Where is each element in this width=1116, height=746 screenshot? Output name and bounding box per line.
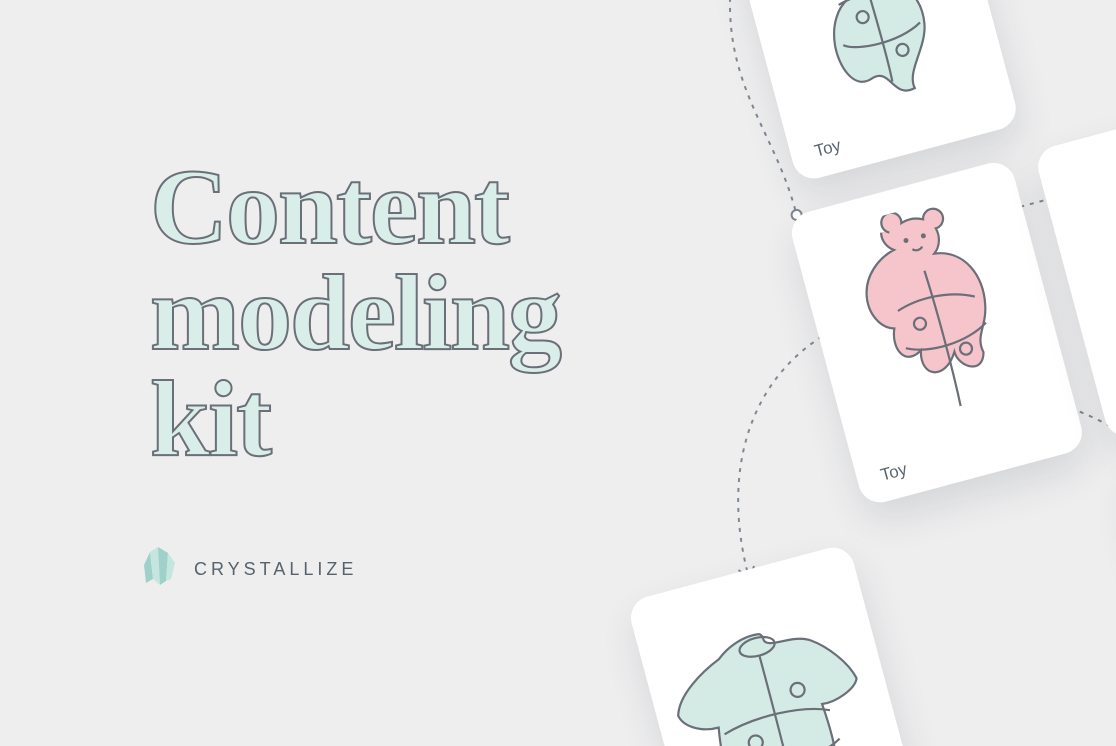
- hero-title-line3: kit: [150, 367, 560, 473]
- card-shirt-mint: [626, 543, 926, 746]
- card-cluster: Toy Toy 42: [412, 0, 1116, 746]
- card-toy-rabbit: Toy: [721, 0, 1021, 183]
- card-label: Toy: [812, 136, 843, 162]
- rabbit-puzzle-icon: [759, 0, 976, 134]
- card-toy-bear: Toy: [787, 158, 1087, 507]
- brand-name: CRYSTALLIZE: [194, 559, 357, 580]
- bear-puzzle-icon: [825, 184, 1042, 457]
- shirt-mint-puzzle-icon: [645, 564, 908, 746]
- crystallize-logo-icon: [140, 545, 180, 594]
- brand-lockup: CRYSTALLIZE: [140, 545, 357, 594]
- card-label: Toy: [878, 459, 909, 485]
